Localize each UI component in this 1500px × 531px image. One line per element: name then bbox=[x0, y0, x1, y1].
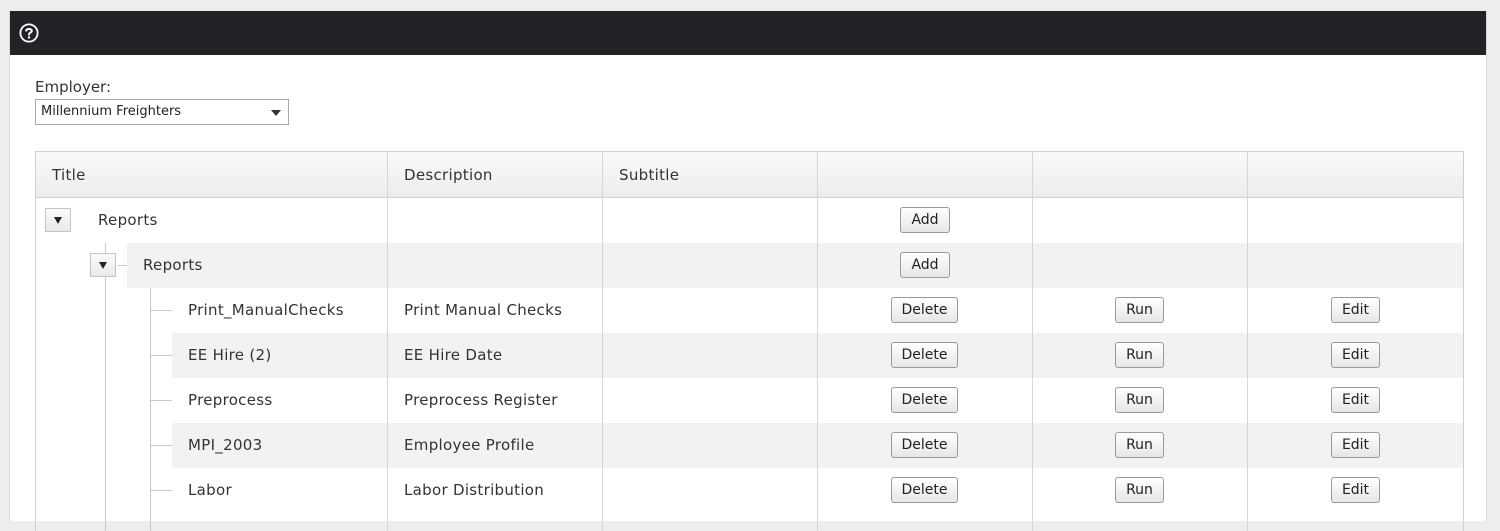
delete-button[interactable]: Delete bbox=[891, 342, 958, 368]
run-button[interactable]: Run bbox=[1115, 432, 1164, 458]
delete-button[interactable]: Delete bbox=[891, 477, 958, 503]
triangle-down-icon bbox=[54, 217, 62, 224]
table-row: Preprocess Preprocess Register Delete Ru… bbox=[36, 378, 1463, 423]
triangle-down-icon bbox=[99, 262, 107, 269]
delete-button[interactable]: Delete bbox=[891, 297, 958, 323]
report-title: Preprocess bbox=[188, 391, 273, 409]
column-header-actions-1 bbox=[818, 152, 1033, 198]
run-button[interactable]: Run bbox=[1115, 477, 1164, 503]
table-row: Labor Labor Distribution Delete Run Edit bbox=[36, 468, 1463, 513]
table-row: MPI_2003 Employee Profile Delete Run Edi… bbox=[36, 423, 1463, 468]
report-title: EE Hire (2) bbox=[188, 346, 272, 364]
run-button[interactable]: Run bbox=[1115, 297, 1164, 323]
employer-label: Employer: bbox=[35, 78, 112, 96]
edit-button[interactable]: Edit bbox=[1331, 387, 1380, 413]
grid-header: Title Description Subtitle bbox=[36, 152, 1463, 198]
report-description: Preprocess Register bbox=[404, 391, 558, 409]
help-circle-icon[interactable] bbox=[19, 23, 39, 43]
run-button[interactable]: Run bbox=[1115, 342, 1164, 368]
run-button[interactable]: Run bbox=[1115, 387, 1164, 413]
column-header-title[interactable]: Title bbox=[36, 152, 388, 198]
top-toolbar bbox=[10, 11, 1486, 55]
collapse-toggle[interactable] bbox=[90, 253, 116, 277]
main-panel: Employer: Millennium Freighters Title De… bbox=[9, 11, 1487, 531]
chevron-down-icon bbox=[271, 110, 281, 116]
add-button[interactable]: Add bbox=[900, 252, 950, 278]
folder-title: Reports bbox=[143, 256, 203, 274]
report-title: Labor bbox=[188, 481, 232, 499]
report-description: EE Hire Date bbox=[404, 346, 503, 364]
edit-button[interactable]: Edit bbox=[1331, 432, 1380, 458]
edit-button[interactable]: Edit bbox=[1331, 342, 1380, 368]
report-description: Print Manual Checks bbox=[404, 301, 563, 319]
report-title: MPI_2003 bbox=[188, 436, 263, 454]
column-header-actions-2 bbox=[1033, 152, 1248, 198]
delete-button[interactable]: Delete bbox=[891, 387, 958, 413]
table-row: Print_ManualChecks Print Manual Checks D… bbox=[36, 288, 1463, 333]
column-header-actions-3 bbox=[1248, 152, 1463, 198]
report-title: Print_ManualChecks bbox=[188, 301, 344, 319]
add-button[interactable]: Add bbox=[900, 207, 950, 233]
reports-tree-grid: Title Description Subtitle Reports Add R… bbox=[35, 151, 1464, 531]
column-header-description[interactable]: Description bbox=[388, 152, 603, 198]
edit-button[interactable]: Edit bbox=[1331, 477, 1380, 503]
column-header-subtitle[interactable]: Subtitle bbox=[603, 152, 818, 198]
employer-select[interactable]: Millennium Freighters bbox=[35, 99, 289, 125]
edit-button[interactable]: Edit bbox=[1331, 297, 1380, 323]
tree-row-root: Reports Add bbox=[36, 198, 1463, 243]
employer-selected-value: Millennium Freighters bbox=[41, 104, 182, 119]
report-description: Labor Distribution bbox=[404, 481, 545, 499]
tree-row-folder: Reports Add bbox=[36, 243, 1463, 288]
root-title: Reports bbox=[98, 211, 158, 229]
table-row: EE Hire (2) EE Hire Date Delete Run Edit bbox=[36, 333, 1463, 378]
delete-button[interactable]: Delete bbox=[891, 432, 958, 458]
collapse-toggle[interactable] bbox=[45, 208, 71, 232]
report-description: Employee Profile bbox=[404, 436, 535, 454]
